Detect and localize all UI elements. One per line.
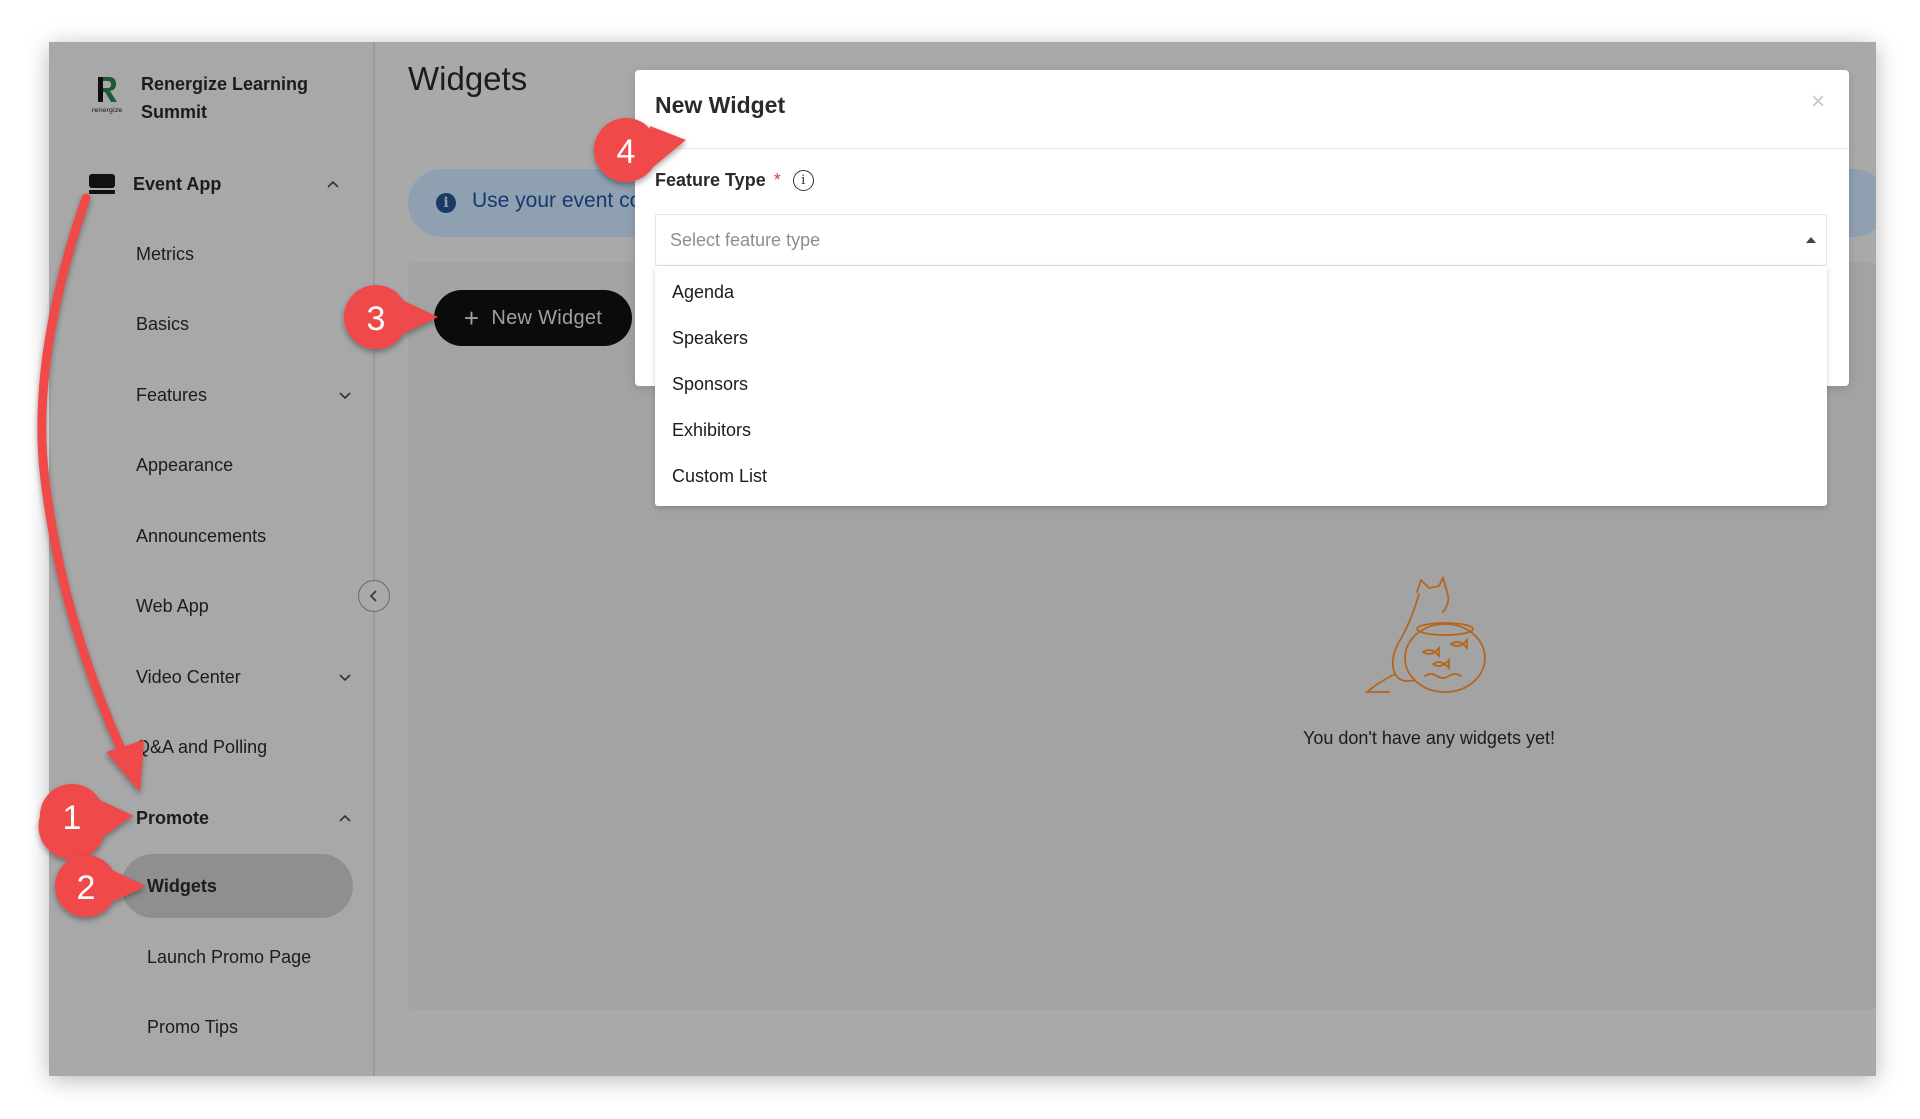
annotation-number: 3 xyxy=(367,300,386,338)
tutorial-annotations: 1 2 3 4 xyxy=(37,118,686,917)
annotation-badge-2 xyxy=(55,855,146,917)
arrow-to-promote-icon xyxy=(37,193,144,792)
annotation-number: 4 xyxy=(617,133,636,171)
annotation-badge-1 xyxy=(38,784,134,860)
annotation-number: 1 xyxy=(63,799,82,837)
annotation-number: 2 xyxy=(77,869,96,907)
annotation-badge-4 xyxy=(594,118,686,182)
annotation-badge-3 xyxy=(344,285,438,349)
